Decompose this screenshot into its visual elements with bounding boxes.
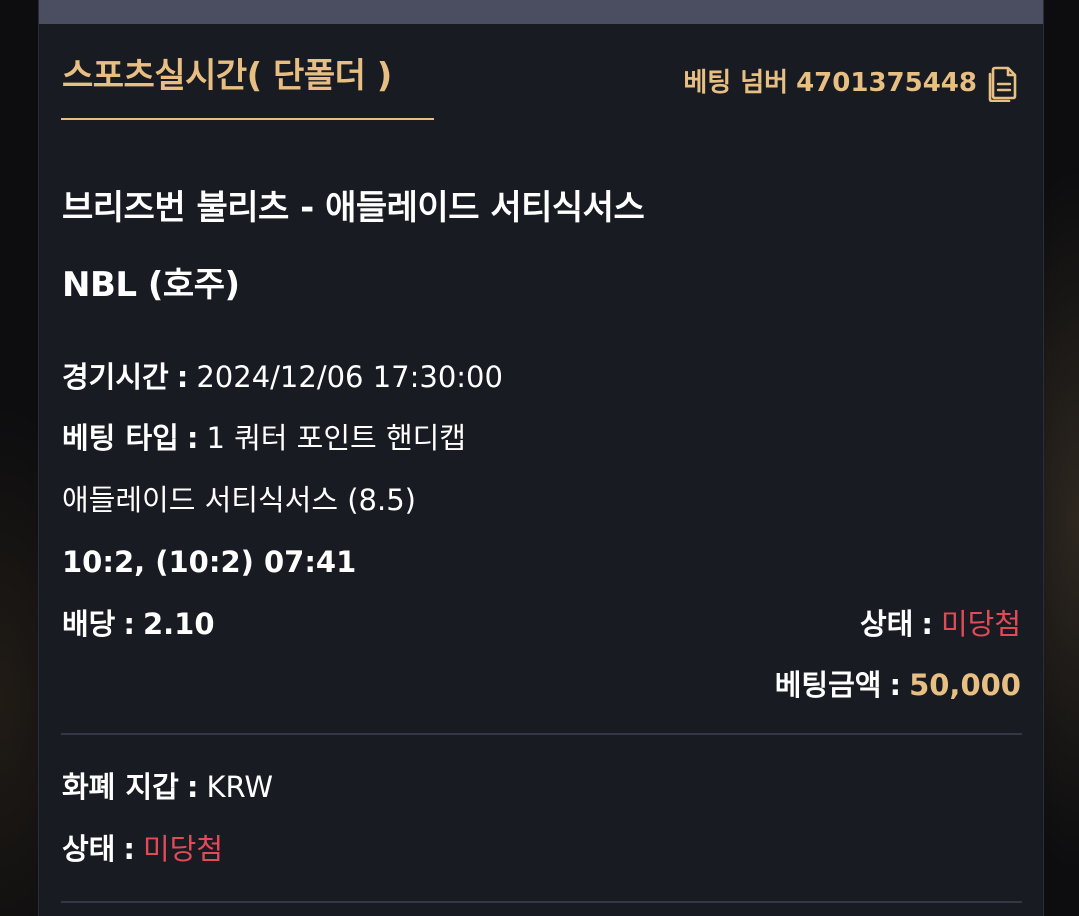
game-time-value: 2024/12/06 17:30:00 <box>196 360 503 394</box>
footer-status-value: 미당첨 <box>142 832 224 866</box>
wallet-value: KRW <box>206 770 274 804</box>
status-row: 상태: 미당첨 <box>859 607 1021 641</box>
bet-type-value: 1 쿼터 포인트 핸디캡 <box>206 421 466 455</box>
title-underline <box>61 118 434 120</box>
status-value: 미당첨 <box>940 607 1021 641</box>
score-row: 10:2, (10:2) 07:41 <box>62 543 356 581</box>
copy-document-icon[interactable] <box>986 64 1020 103</box>
odds-row: 배당:2.10 <box>62 607 215 641</box>
odds-value: 2.10 <box>142 607 215 641</box>
game-time-label: 경기시간 <box>62 360 169 394</box>
amount-label: 베팅금액 <box>774 668 882 702</box>
footer-status-row: 상태: 미당첨 <box>62 832 224 866</box>
selection-row: 애들레이드 서티식서스 (8.5) <box>62 481 416 519</box>
bet-type-label: 베팅 타입 <box>62 421 179 455</box>
game-time-row: 경기시간:2024/12/06 17:30:00 <box>62 360 503 394</box>
status-label: 상태 <box>859 607 914 641</box>
amount-row: 베팅금액:50,000 <box>774 668 1021 702</box>
card-top-bar <box>39 0 1043 24</box>
bottom-divider <box>61 901 1022 903</box>
amount-value: 50,000 <box>909 668 1021 702</box>
bet-category-title: 스포츠실시간( 단폴더 ) <box>62 56 392 96</box>
bet-number-value: 4701375448 <box>796 68 977 98</box>
bet-detail-card: 스포츠실시간( 단폴더 ) 베팅 넘버 4701375448 브리즈번 불리츠 -… <box>38 0 1044 916</box>
selection-value: 애들레이드 서티식서스 (8.5) <box>62 483 416 517</box>
bet-number-label: 베팅 넘버 <box>683 68 789 98</box>
match-title: 브리즈번 불리츠 - 애들레이드 서티식서스 <box>62 188 645 228</box>
section-divider <box>61 733 1022 735</box>
score-value: 10:2, (10:2) 07:41 <box>62 545 357 579</box>
odds-label: 배당 <box>62 607 116 641</box>
wallet-label: 화폐 지갑 <box>62 770 179 804</box>
league-name: NBL (호주) <box>62 265 240 305</box>
wallet-row: 화폐 지갑: KRW <box>62 770 274 804</box>
footer-status-label: 상태 <box>62 832 116 866</box>
bet-number: 베팅 넘버 4701375448 <box>683 66 977 100</box>
bet-type-row: 베팅 타입:1 쿼터 포인트 핸디캡 <box>62 421 466 455</box>
